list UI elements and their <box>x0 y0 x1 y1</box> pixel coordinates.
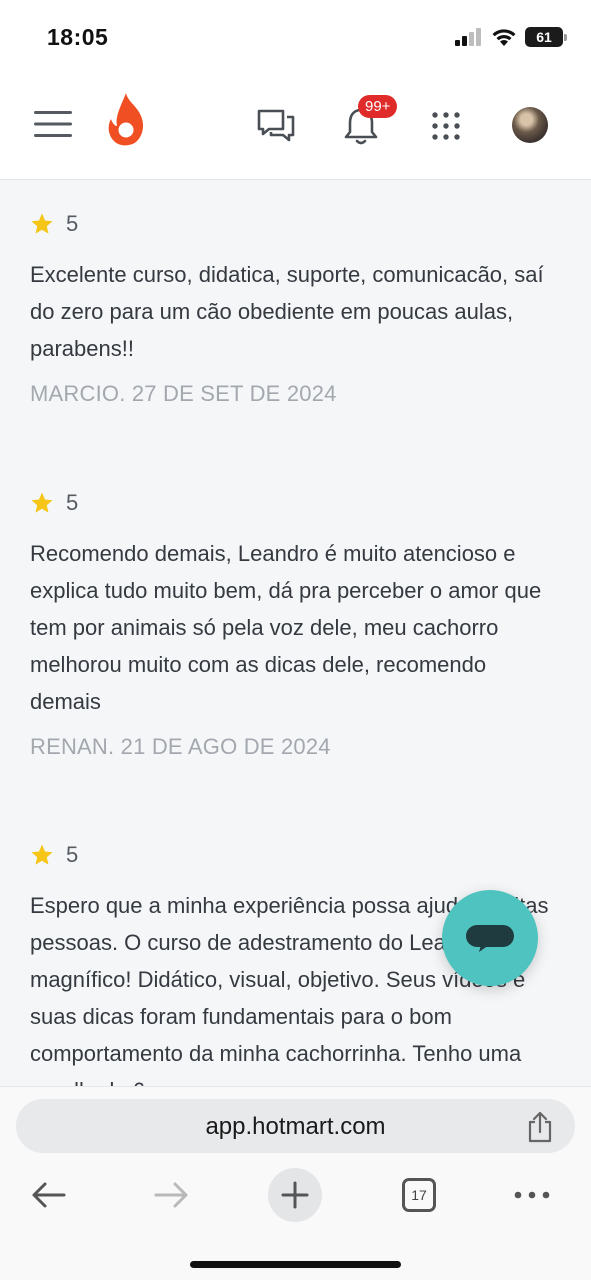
arrow-right-icon <box>154 1182 188 1208</box>
review-item: 5 Recomendo demais, Leandro é muito aten… <box>30 489 560 760</box>
chat-support-button[interactable] <box>442 890 538 986</box>
share-icon <box>528 1111 552 1143</box>
review-author-date: RENAN. 21 DE AGO DE 2024 <box>30 734 331 759</box>
status-bar: 18:05 61 <box>0 0 591 75</box>
url-text: app.hotmart.com <box>205 1113 386 1140</box>
apps-grid-button[interactable] <box>429 109 463 143</box>
chat-bubbles-icon <box>257 109 295 142</box>
plus-icon <box>281 1181 309 1209</box>
address-bar[interactable]: app.hotmart.com <box>16 1099 575 1153</box>
review-author-date: MARCIO. 27 DE SET DE 2024 <box>30 381 337 406</box>
hotmart-logo[interactable] <box>104 92 148 148</box>
new-tab-circle <box>268 1168 322 1222</box>
review-rating: 5 <box>30 489 560 517</box>
user-avatar[interactable] <box>512 107 548 143</box>
star-icon <box>31 213 53 234</box>
status-icons: 61 <box>455 24 567 50</box>
forward-button[interactable] <box>152 1167 192 1223</box>
hamburger-icon <box>34 111 72 137</box>
wifi-icon <box>492 29 516 46</box>
review-rating: 5 <box>30 210 560 238</box>
review-item: 5 Excelente curso, didatica, suporte, co… <box>30 210 560 407</box>
home-indicator <box>190 1261 401 1268</box>
ellipsis-icon <box>514 1191 550 1199</box>
battery-indicator: 61 <box>525 27 567 47</box>
star-icon <box>31 844 53 865</box>
messages-button[interactable] <box>255 106 297 144</box>
review-text: Excelente curso, didatica, suporte, comu… <box>30 262 544 361</box>
rating-value: 5 <box>66 490 79 515</box>
notifications-badge: 99+ <box>358 95 398 118</box>
new-tab-button[interactable] <box>268 1167 322 1223</box>
flame-logo-icon <box>108 93 144 146</box>
review-text: Recomendo demais, Leandro é muito atenci… <box>30 541 542 714</box>
review-rating: 5 <box>30 841 560 869</box>
status-time: 18:05 <box>47 24 109 50</box>
app-header: 99+ <box>0 75 591 180</box>
star-icon <box>31 492 53 513</box>
tabs-count: 17 <box>402 1178 436 1212</box>
tabs-button[interactable]: 17 <box>400 1167 438 1223</box>
share-button[interactable] <box>525 1111 555 1143</box>
more-options-button[interactable] <box>512 1167 552 1223</box>
rating-value: 5 <box>66 842 79 867</box>
back-button[interactable] <box>28 1167 68 1223</box>
browser-nav-row: 17 <box>0 1167 591 1223</box>
rating-value: 5 <box>66 211 79 236</box>
hamburger-menu-button[interactable] <box>33 109 73 139</box>
grid-dots-icon <box>432 112 460 140</box>
chat-bubble-icon <box>466 925 514 952</box>
browser-toolbar: app.hotmart.com 17 <box>0 1086 591 1280</box>
cellular-signal-icon <box>455 28 481 46</box>
arrow-left-icon <box>32 1182 66 1208</box>
